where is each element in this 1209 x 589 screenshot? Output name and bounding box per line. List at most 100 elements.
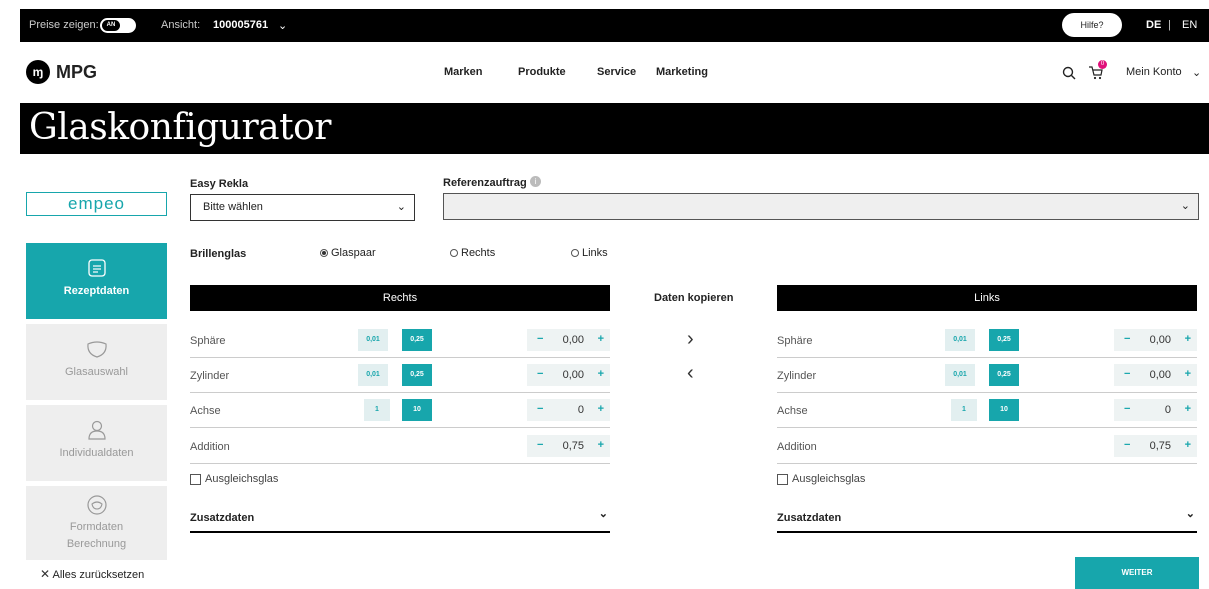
- sphaere-stepper[interactable]: − 0,00 +: [1114, 329, 1197, 351]
- sidebar-item-label: Glasauswahl: [65, 366, 128, 378]
- search-icon[interactable]: [1062, 66, 1076, 80]
- addition-stepper[interactable]: − 0,75 +: [527, 435, 610, 457]
- nav-link-marketing[interactable]: Marketing: [656, 66, 708, 78]
- step-coarse-button[interactable]: 0,25: [989, 364, 1019, 386]
- sidebar-item-formdaten[interactable]: Formdaten Berechnung: [26, 486, 167, 560]
- help-button[interactable]: Hilfe?: [1062, 13, 1122, 37]
- step-coarse-button[interactable]: 10: [989, 399, 1019, 421]
- minus-button[interactable]: −: [537, 439, 543, 451]
- copy-left-arrow-icon[interactable]: ‹: [687, 362, 694, 385]
- nav-link-produkte[interactable]: Produkte: [518, 66, 566, 78]
- row-achse-links: Achse 1 10 − 0 +: [777, 394, 1197, 428]
- minus-button[interactable]: −: [537, 333, 543, 345]
- nav-link-service[interactable]: Service: [597, 66, 636, 78]
- minus-button[interactable]: −: [1124, 368, 1130, 380]
- checkbox-label: Ausgleichsglas: [205, 473, 279, 485]
- step-fine-button[interactable]: 0,01: [358, 329, 388, 351]
- radio-rechts[interactable]: Rechts: [450, 247, 495, 259]
- sidebar-item-glasauswahl[interactable]: Glasauswahl: [26, 324, 167, 400]
- sidebar-item-label: Rezeptdaten: [63, 285, 130, 297]
- lang-de[interactable]: DE: [1146, 19, 1161, 31]
- row-addition-rechts: Addition − 0,75 +: [190, 430, 610, 464]
- minus-button[interactable]: −: [537, 368, 543, 380]
- chevron-down-icon: ⌄: [598, 508, 608, 520]
- row-zylinder-links: Zylinder 0,01 0,25 − 0,00 +: [777, 359, 1197, 393]
- sidebar-item-individualdaten[interactable]: Individualdaten: [26, 405, 167, 481]
- copy-right-arrow-icon[interactable]: ›: [687, 328, 694, 351]
- info-icon[interactable]: i: [530, 176, 541, 187]
- plus-button[interactable]: +: [1185, 368, 1191, 380]
- plus-button[interactable]: +: [598, 439, 604, 451]
- step-fine-button[interactable]: 1: [951, 399, 977, 421]
- row-label: Sphäre: [190, 335, 226, 347]
- step-fine-button[interactable]: 0,01: [945, 329, 975, 351]
- copy-data-label: Daten kopieren: [654, 292, 734, 304]
- referenz-select[interactable]: ⌄: [443, 193, 1199, 220]
- minus-button[interactable]: −: [537, 403, 543, 415]
- plus-button[interactable]: +: [598, 403, 604, 415]
- step-coarse-button[interactable]: 0,25: [402, 364, 432, 386]
- top-bar: Preise zeigen: AN Ansicht: 100005761 ⌄ H…: [20, 9, 1209, 42]
- minus-button[interactable]: −: [1124, 439, 1130, 451]
- sidebar-item-rezeptdaten[interactable]: Rezeptdaten: [26, 243, 167, 319]
- step-coarse-button[interactable]: 0,25: [402, 329, 432, 351]
- nav-link-marken[interactable]: Marken: [444, 66, 483, 78]
- step-fine-button[interactable]: 0,01: [358, 364, 388, 386]
- row-achse-rechts: Achse 1 10 − 0 +: [190, 394, 610, 428]
- row-label: Addition: [777, 441, 817, 453]
- addition-stepper[interactable]: − 0,75 +: [1114, 435, 1197, 457]
- ausgleichsglas-checkbox-links[interactable]: Ausgleichsglas: [777, 473, 865, 485]
- achse-stepper[interactable]: − 0 +: [527, 399, 610, 421]
- checkbox-label: Ausgleichsglas: [792, 473, 866, 485]
- minus-button[interactable]: −: [1124, 403, 1130, 415]
- plus-button[interactable]: +: [1185, 333, 1191, 345]
- zylinder-stepper[interactable]: − 0,00 +: [1114, 364, 1197, 386]
- plus-button[interactable]: +: [598, 333, 604, 345]
- plus-button[interactable]: +: [1185, 439, 1191, 451]
- easy-rekla-label: Easy Rekla: [190, 178, 249, 190]
- sphaere-stepper[interactable]: − 0,00 +: [527, 329, 610, 351]
- row-sphaere-rechts: Sphäre 0,01 0,25 − 0,00 +: [190, 324, 610, 358]
- panel-header-rechts: Rechts: [190, 285, 610, 311]
- chevron-down-icon: ⌄: [1185, 508, 1195, 520]
- minus-button[interactable]: −: [1124, 333, 1130, 345]
- row-label: Achse: [190, 405, 221, 417]
- value: 0,00: [562, 369, 584, 381]
- weiter-button[interactable]: WEITER: [1075, 557, 1199, 589]
- radio-links[interactable]: Links: [571, 247, 608, 259]
- achse-stepper[interactable]: − 0 +: [1114, 399, 1197, 421]
- lang-en[interactable]: EN: [1182, 19, 1197, 31]
- value: 0,00: [1149, 334, 1171, 346]
- plus-button[interactable]: +: [598, 368, 604, 380]
- plus-button[interactable]: +: [1185, 403, 1191, 415]
- row-label: Sphäre: [777, 335, 813, 347]
- easy-rekla-select[interactable]: Bitte wählen ⌄: [190, 194, 415, 221]
- radio-glaspaar[interactable]: Glaspaar: [320, 247, 376, 259]
- ausgleichsglas-checkbox-rechts[interactable]: Ausgleichsglas: [190, 473, 278, 485]
- brillenglas-label: Brillenglas: [190, 248, 247, 260]
- prices-toggle[interactable]: AN: [100, 18, 136, 33]
- account-menu[interactable]: Mein Konto: [1126, 66, 1182, 78]
- lens-icon: [86, 341, 107, 358]
- step-fine-button[interactable]: 1: [364, 399, 390, 421]
- accordion-label: Zusatzdaten: [777, 512, 842, 524]
- sidebar-item-label: Individualdaten: [59, 447, 134, 459]
- person-icon: [87, 420, 106, 440]
- step-coarse-button[interactable]: 0,25: [989, 329, 1019, 351]
- row-label: Achse: [777, 405, 808, 417]
- row-label: Zylinder: [777, 370, 817, 382]
- chevron-down-icon[interactable]: ⌄: [1192, 66, 1201, 79]
- view-select[interactable]: 100005761: [213, 19, 268, 31]
- mpg-logo-icon[interactable]: ɱ: [26, 60, 50, 84]
- zusatzdaten-accordion-links[interactable]: Zusatzdaten ⌄: [777, 505, 1197, 533]
- step-fine-button[interactable]: 0,01: [945, 364, 975, 386]
- sidebar-item-label: Formdaten Berechnung: [66, 521, 127, 550]
- chevron-down-icon[interactable]: ⌄: [278, 19, 287, 32]
- mpg-logo-text[interactable]: MPG: [56, 62, 97, 83]
- zylinder-stepper[interactable]: − 0,00 +: [527, 364, 610, 386]
- row-label: Zylinder: [190, 370, 230, 382]
- reset-all-button[interactable]: ✕ Alles zurücksetzen: [40, 567, 144, 581]
- frame-icon: [86, 495, 107, 515]
- step-coarse-button[interactable]: 10: [402, 399, 432, 421]
- zusatzdaten-accordion-rechts[interactable]: Zusatzdaten ⌄: [190, 505, 610, 533]
